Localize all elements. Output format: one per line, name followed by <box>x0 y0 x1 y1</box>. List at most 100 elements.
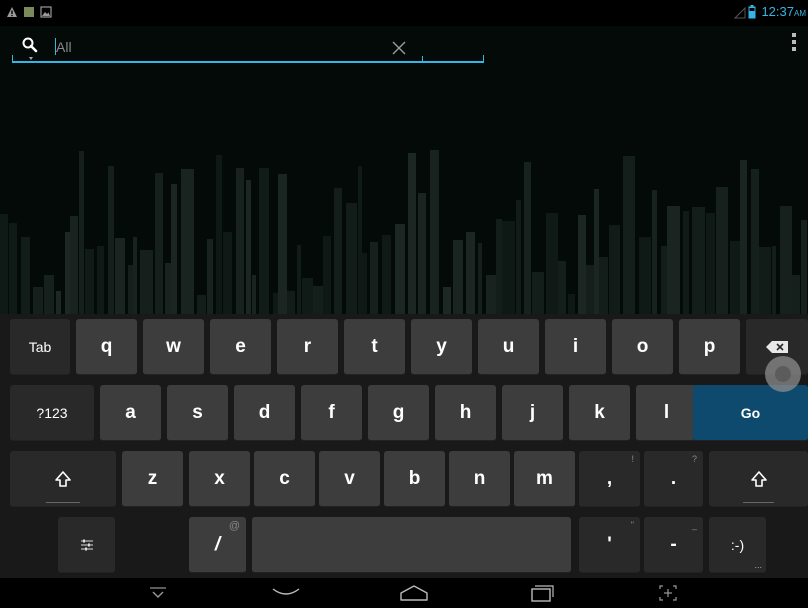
search-underline-left-tick <box>12 55 13 62</box>
key-w[interactable]: w <box>143 319 204 375</box>
key-period-hint: ? <box>691 454 697 464</box>
wallpaper-bar <box>430 150 439 318</box>
wallpaper-bar <box>751 169 759 318</box>
key-go[interactable]: Go <box>693 385 808 441</box>
wallpaper-bar <box>667 206 680 318</box>
key-m[interactable]: m <box>514 451 575 507</box>
wallpaper-bar <box>79 151 84 318</box>
key-z[interactable]: z <box>122 451 183 507</box>
assistive-touch-button[interactable] <box>765 356 801 392</box>
wallpaper-bar <box>297 245 301 318</box>
key-y[interactable]: y <box>411 319 472 375</box>
wallpaper-bar <box>683 211 689 318</box>
key-tab[interactable]: Tab <box>10 319 70 375</box>
wallpaper-bar <box>302 278 313 318</box>
key-c[interactable]: c <box>254 451 315 507</box>
wallpaper-bar <box>594 189 599 318</box>
key-symbols[interactable]: ?123 <box>10 385 94 441</box>
key-r[interactable]: r <box>277 319 338 375</box>
key-g[interactable]: g <box>368 385 429 441</box>
key-v[interactable]: v <box>319 451 380 507</box>
wallpaper-bar <box>586 265 594 318</box>
hide-keyboard-button[interactable] <box>140 580 176 606</box>
wallpaper-bar <box>85 249 94 318</box>
key-e[interactable]: e <box>210 319 271 375</box>
key-slash[interactable]: / @ <box>189 517 246 573</box>
close-icon[interactable] <box>392 41 406 55</box>
clock-ampm: AM <box>794 9 806 18</box>
key-n[interactable]: n <box>449 451 510 507</box>
key-b[interactable]: b <box>384 451 445 507</box>
wallpaper-bar <box>216 155 222 318</box>
gallery-icon <box>40 6 52 18</box>
wallpaper-bar <box>661 246 667 318</box>
wallpaper-bar <box>382 235 391 318</box>
wallpaper-bar <box>524 162 531 318</box>
key-apostrophe[interactable]: ' " <box>579 517 640 573</box>
wallpaper-bar <box>496 219 502 318</box>
wallpaper-bar <box>246 180 251 318</box>
key-u[interactable]: u <box>478 319 539 375</box>
key-i[interactable]: i <box>545 319 606 375</box>
search-underline-right-tick <box>483 55 484 62</box>
wallpaper-bar <box>516 200 521 318</box>
status-bar: 12:37AM <box>0 0 808 26</box>
key-t[interactable]: t <box>344 319 405 375</box>
key-p[interactable]: p <box>679 319 740 375</box>
recent-apps-icon <box>531 585 554 602</box>
key-x[interactable]: x <box>189 451 250 507</box>
notification-square-icon <box>24 7 34 17</box>
key-j[interactable]: j <box>502 385 563 441</box>
recent-apps-button[interactable] <box>522 580 562 606</box>
home-button[interactable] <box>394 580 434 606</box>
back-button[interactable] <box>266 580 306 606</box>
wallpaper-bar <box>362 253 367 318</box>
search-icon[interactable] <box>21 36 39 62</box>
wallpaper-bar <box>558 261 566 318</box>
key-shift-right[interactable] <box>709 451 808 507</box>
wallpaper-bar <box>0 214 8 318</box>
wallpaper-bar <box>108 166 114 318</box>
wallpaper-bar <box>652 190 657 318</box>
overflow-menu-icon[interactable] <box>790 32 798 52</box>
key-shift-left[interactable] <box>10 451 116 507</box>
key-h[interactable]: h <box>435 385 496 441</box>
wallpaper-bar <box>599 257 608 318</box>
search-underline-mid-tick <box>422 56 423 62</box>
wallpaper-bar <box>730 241 740 318</box>
wallpaper-bar <box>21 237 30 318</box>
wallpaper-bar <box>792 275 800 318</box>
search-input[interactable]: All <box>56 39 72 55</box>
wallpaper-bar <box>358 166 362 318</box>
key-f[interactable]: f <box>301 385 362 441</box>
wallpaper-bar <box>133 237 137 318</box>
key-o[interactable]: o <box>612 319 673 375</box>
wallpaper-bar <box>140 250 153 318</box>
wallpaper-bar <box>759 247 771 318</box>
back-icon <box>272 588 300 595</box>
key-comma[interactable]: , ! <box>579 451 640 507</box>
wallpaper-bar <box>44 275 54 318</box>
wallpaper-bar <box>609 225 620 318</box>
key-s[interactable]: s <box>167 385 228 441</box>
status-clock: 12:37AM <box>761 4 806 19</box>
key-settings[interactable] <box>58 517 115 573</box>
key-d[interactable]: d <box>234 385 295 441</box>
wallpaper-bar <box>532 272 544 318</box>
screenshot-button[interactable] <box>650 580 686 606</box>
key-space[interactable] <box>252 517 571 573</box>
key-period[interactable]: . ? <box>644 451 703 507</box>
key-apostrophe-label: ' <box>607 533 612 555</box>
wallpaper-bar <box>706 213 715 318</box>
signal-icon <box>734 7 746 19</box>
wallpaper-bar <box>418 193 426 318</box>
key-a[interactable]: a <box>100 385 161 441</box>
key-l[interactable]: l <box>636 385 697 441</box>
key-emoticon[interactable]: :-) ... <box>709 517 766 573</box>
wallpaper-bar <box>9 223 17 318</box>
key-q[interactable]: q <box>76 319 137 375</box>
key-dash[interactable]: - _ <box>644 517 703 573</box>
clock-time: 12:37 <box>761 4 794 19</box>
wallpaper-bar <box>259 168 269 318</box>
key-k[interactable]: k <box>569 385 630 441</box>
